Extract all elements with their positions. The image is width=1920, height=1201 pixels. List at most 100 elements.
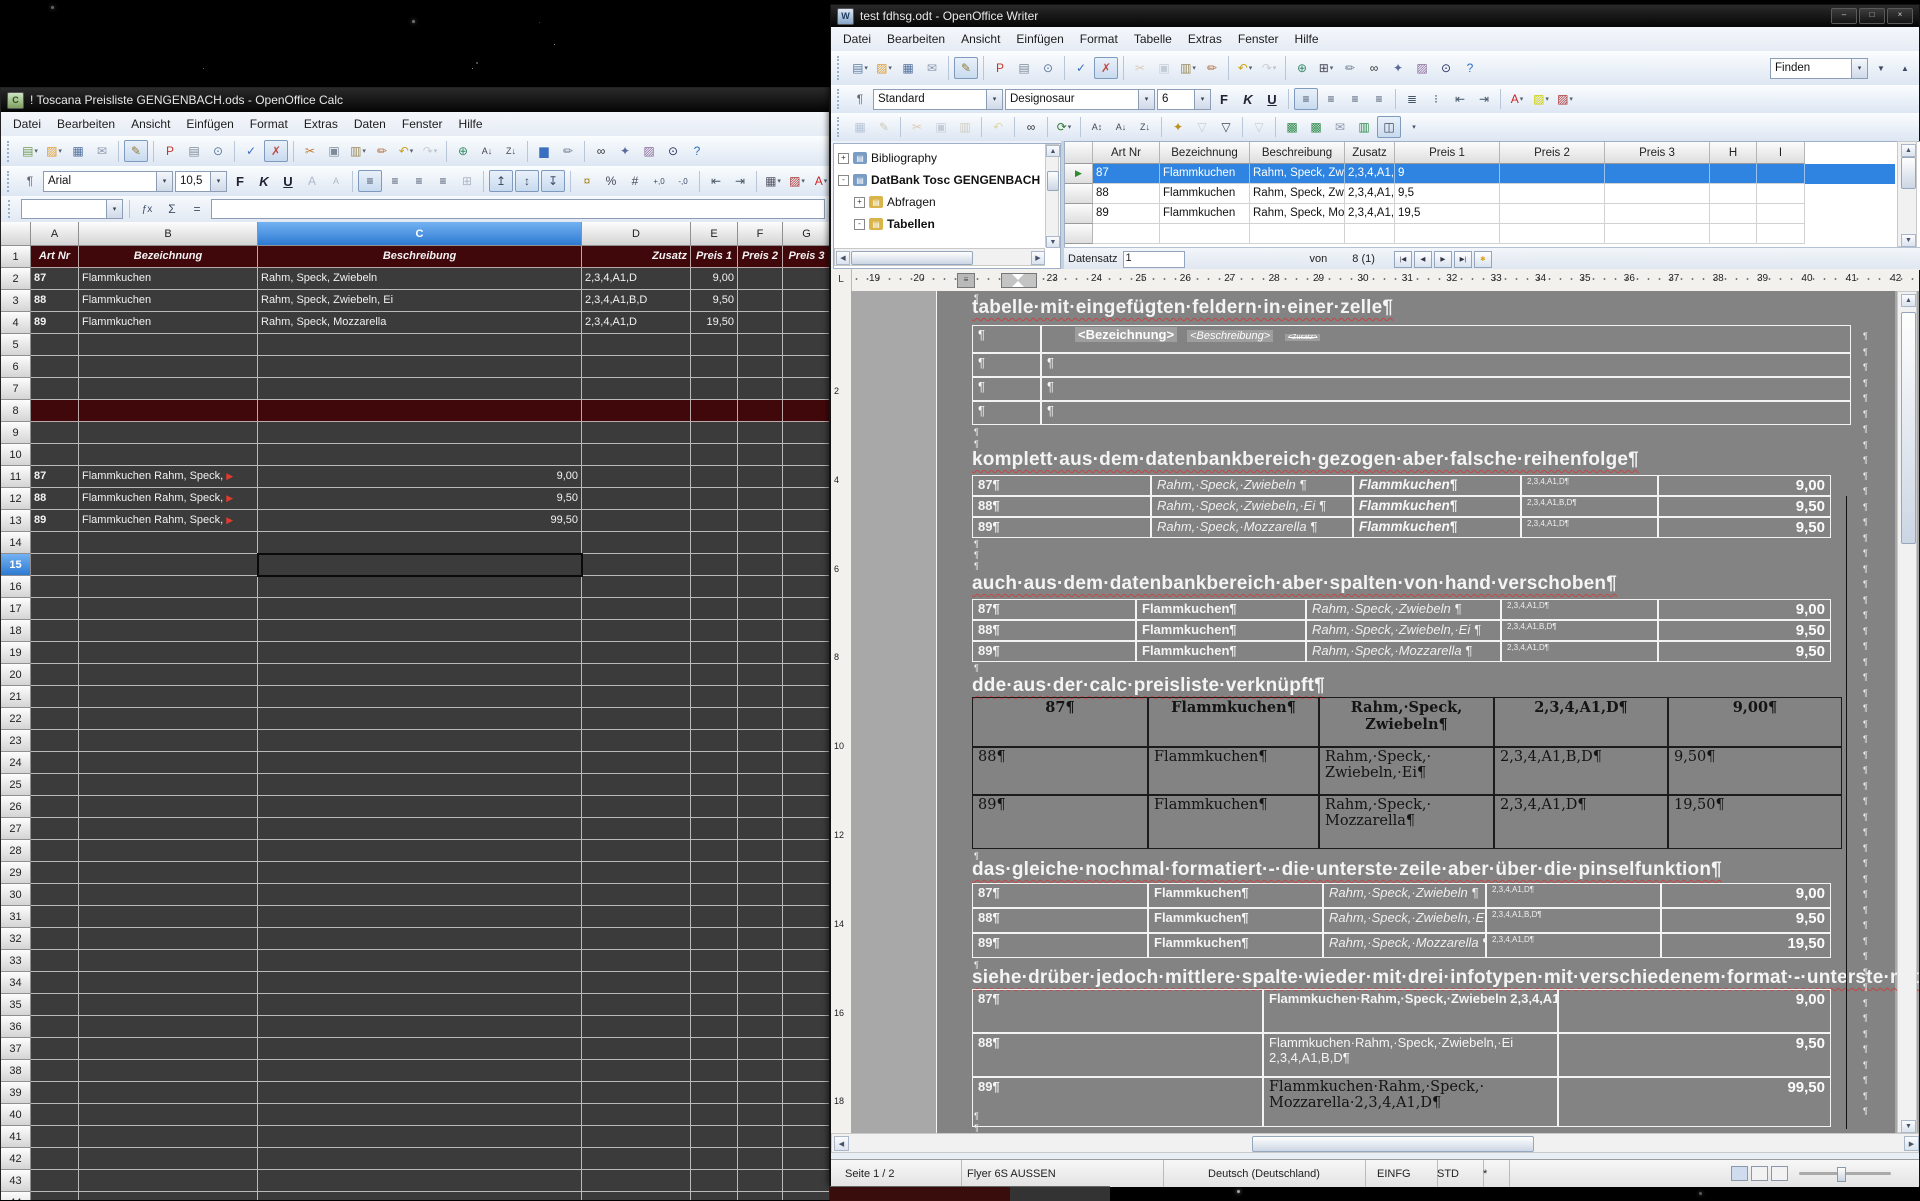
column-header-D[interactable]: D — [582, 222, 691, 246]
spreadsheet-cell[interactable] — [738, 290, 783, 312]
scrollbar-thumb[interactable] — [1252, 1136, 1534, 1152]
spreadsheet-cell[interactable] — [79, 752, 258, 774]
spreadsheet-cell[interactable]: 89 — [31, 510, 79, 532]
spreadsheet-cell[interactable] — [738, 774, 783, 796]
redo-icon[interactable]: ↷ — [1258, 58, 1280, 78]
spreadsheet-cell[interactable] — [31, 774, 79, 796]
writer-menu-datei[interactable]: Datei — [835, 29, 879, 49]
grid-cell[interactable] — [1500, 184, 1605, 204]
doc-table-cell[interactable]: ¶ — [1041, 377, 1851, 401]
doc-table-cell[interactable]: 89¶ — [972, 933, 1148, 958]
spreadsheet-cell[interactable] — [582, 752, 691, 774]
record-selector[interactable]: ▶ — [1065, 164, 1093, 184]
grid-cell[interactable]: 2,3,4,A1,B, — [1345, 184, 1395, 204]
spreadsheet-cell[interactable] — [783, 862, 829, 884]
doc-table-cell[interactable]: Flammkuchen¶ — [1136, 641, 1306, 662]
spreadsheet-cell[interactable] — [258, 1148, 582, 1170]
doc-table-cell[interactable]: Flammkuchen¶ — [1148, 795, 1319, 849]
row-header-14[interactable]: 14 — [1, 532, 31, 554]
scrollbar-thumb[interactable] — [1047, 171, 1059, 191]
doc-table-cell[interactable]: 2,3,4,A1,D¶ — [1521, 517, 1658, 538]
row-header-26[interactable]: 26 — [1, 796, 31, 818]
spreadsheet-cell[interactable] — [783, 466, 829, 488]
spreadsheet-cell[interactable] — [31, 422, 79, 444]
spreadsheet-cell[interactable] — [79, 1038, 258, 1060]
grid-column-header-h[interactable]: H — [1710, 142, 1757, 164]
spreadsheet-cell[interactable] — [783, 752, 829, 774]
spreadsheet-cell[interactable] — [582, 950, 691, 972]
find-next-icon[interactable]: ▼ — [1870, 58, 1892, 78]
spreadsheet-cell[interactable] — [783, 818, 829, 840]
row-header-23[interactable]: 23 — [1, 730, 31, 752]
doc-table-cell[interactable]: 88¶ — [972, 747, 1148, 795]
doc-table-cell[interactable]: 2,3,4,A1,D¶ — [1521, 475, 1658, 496]
column-header-G[interactable]: G — [783, 222, 829, 246]
formula-input[interactable] — [211, 199, 825, 219]
maximize-button[interactable]: □ — [1859, 8, 1885, 24]
spreadsheet-cell[interactable] — [691, 1126, 738, 1148]
spreadsheet-cell[interactable] — [31, 906, 79, 928]
row-header-8[interactable]: 8 — [1, 400, 31, 422]
field-zusatz[interactable]: <Zusatz> — [1285, 334, 1320, 341]
vertical-ruler[interactable]: 24681012141618 — [831, 291, 852, 1133]
spreadsheet-cell[interactable] — [258, 708, 582, 730]
borders-icon[interactable]: ▦ — [762, 171, 784, 191]
spreadsheet-cell[interactable] — [738, 906, 783, 928]
spreadsheet-cell[interactable] — [79, 862, 258, 884]
row-header-20[interactable]: 20 — [1, 664, 31, 686]
row-header-7[interactable]: 7 — [1, 378, 31, 400]
doc-table-cell[interactable]: Flammkuchen¶ — [1136, 599, 1306, 620]
grid-cell[interactable]: Flammkuchen — [1160, 164, 1250, 184]
spreadsheet-cell[interactable] — [738, 642, 783, 664]
spreadsheet-cell[interactable] — [258, 1104, 582, 1126]
doc-heading-h3[interactable]: auch·aus·dem·datenbankbereich·aber·spalt… — [972, 573, 1617, 595]
spreadsheet-cell[interactable] — [79, 906, 258, 928]
spreadsheet-cell[interactable] — [738, 950, 783, 972]
explorer-on-off-icon[interactable]: ◫ — [1377, 116, 1401, 138]
grid-cell[interactable] — [1250, 224, 1345, 244]
decrease-indent-icon[interactable]: ⇤ — [705, 171, 727, 191]
align-left-icon[interactable]: ≡ — [1294, 88, 1318, 110]
row-header-21[interactable]: 21 — [1, 686, 31, 708]
spreadsheet-cell[interactable]: 9,00 — [258, 466, 582, 488]
status-page-style[interactable]: Flyer 6S AUSSEN — [961, 1160, 1164, 1187]
align-right-icon[interactable]: ≡ — [1344, 89, 1366, 109]
spreadsheet-cell[interactable] — [783, 334, 829, 356]
collapse-icon[interactable]: - — [838, 175, 849, 186]
gallery-icon[interactable]: ▨ — [1411, 58, 1433, 78]
calc-font-name-select[interactable]: Arial▾ — [43, 171, 173, 192]
spreadsheet-cell[interactable] — [783, 422, 829, 444]
grid-cell[interactable] — [1605, 164, 1710, 184]
row-header-6[interactable]: 6 — [1, 356, 31, 378]
spreadsheet-cell[interactable] — [691, 1082, 738, 1104]
spreadsheet-cell[interactable] — [738, 576, 783, 598]
grid-column-header-preis-1[interactable]: Preis 1 — [1395, 142, 1500, 164]
spreadsheet-cell[interactable] — [258, 378, 582, 400]
spreadsheet-cell[interactable]: 9,00 — [691, 268, 738, 290]
row-header-38[interactable]: 38 — [1, 1060, 31, 1082]
spreadsheet-cell[interactable]: 9,50 — [691, 290, 738, 312]
font-increase-icon[interactable]: A — [301, 171, 323, 191]
select-all-corner[interactable] — [1, 222, 31, 246]
spreadsheet-cell[interactable] — [31, 950, 79, 972]
spreadsheet-cell[interactable] — [691, 510, 738, 532]
selected-cell-outline[interactable] — [257, 553, 583, 577]
spreadsheet-cell[interactable] — [738, 334, 783, 356]
doc-table-cell[interactable]: 9,00¶ — [1668, 697, 1842, 747]
spreadsheet-cell[interactable] — [691, 708, 738, 730]
calc-menu-hilfe[interactable]: Hilfe — [451, 114, 491, 134]
refresh-icon[interactable]: ⟳ — [1053, 117, 1075, 137]
spreadsheet-cell[interactable]: 89 — [31, 312, 79, 334]
doc-table-cell[interactable]: 9,00 — [1558, 989, 1831, 1033]
doc-table-cell[interactable]: 19,50 — [1661, 933, 1831, 958]
spreadsheet-cell[interactable] — [738, 1148, 783, 1170]
spreadsheet-cell[interactable] — [258, 840, 582, 862]
spreadsheet-cell[interactable] — [738, 510, 783, 532]
writer-menu-hilfe[interactable]: Hilfe — [1287, 29, 1327, 49]
doc-table-cell[interactable]: 89¶ — [972, 795, 1148, 849]
scroll-left-icon[interactable]: ◀ — [836, 251, 850, 265]
spreadsheet-cell[interactable] — [31, 862, 79, 884]
calc-menu-daten[interactable]: Daten — [346, 114, 394, 134]
doc-table-cell[interactable]: Flammkuchen¶ — [1136, 620, 1306, 641]
data-to-fields-icon[interactable]: ▩ — [1305, 117, 1327, 137]
